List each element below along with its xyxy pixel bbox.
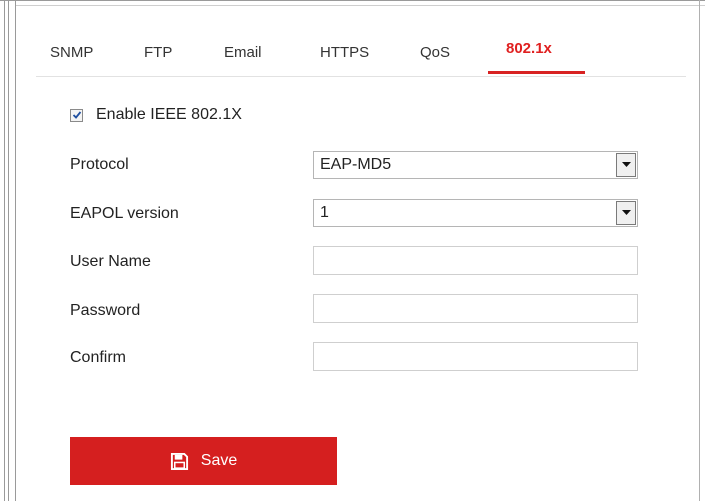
dropdown-arrow-icon[interactable] (616, 153, 636, 177)
tab-snmp[interactable]: SNMP (50, 44, 93, 73)
enable-ieee-label: Enable IEEE 802.1X (96, 106, 242, 123)
save-button[interactable]: Save (70, 437, 337, 485)
window-frame-right (699, 0, 705, 501)
enable-ieee-row: Enable IEEE 802.1X (70, 106, 242, 124)
tab-802-1x[interactable]: 802.1x (506, 40, 552, 69)
confirm-password-input[interactable] (313, 342, 638, 371)
window-frame-top (16, 0, 705, 6)
eapol-version-select[interactable]: 1 (313, 199, 638, 227)
tab-https[interactable]: HTTPS (320, 44, 369, 73)
window-frame-left (0, 0, 16, 501)
confirm-label: Confirm (70, 349, 127, 366)
enable-ieee-checkbox[interactable] (70, 108, 83, 122)
password-label: Password (70, 302, 141, 319)
checkmark-icon (72, 111, 81, 119)
username-input[interactable] (313, 246, 638, 275)
protocol-select[interactable]: EAP-MD5 (313, 151, 638, 179)
tab-ftp[interactable]: FTP (144, 44, 172, 73)
eapol-version-select-value: 1 (320, 204, 329, 221)
dropdown-arrow-icon[interactable] (616, 201, 636, 225)
eapol-version-label: EAPOL version (70, 205, 179, 222)
tab-qos[interactable]: QoS (420, 44, 450, 73)
password-input[interactable] (313, 294, 638, 323)
active-tab-indicator (488, 71, 585, 74)
save-button-label: Save (200, 452, 238, 469)
username-label: User Name (70, 253, 151, 270)
floppy-disk-icon (170, 452, 188, 470)
protocol-label: Protocol (70, 156, 129, 173)
tab-bar: SNMP FTP Email HTTPS QoS 802.1x (36, 34, 686, 77)
protocol-select-value: EAP-MD5 (320, 156, 392, 173)
tab-email[interactable]: Email (224, 44, 262, 73)
